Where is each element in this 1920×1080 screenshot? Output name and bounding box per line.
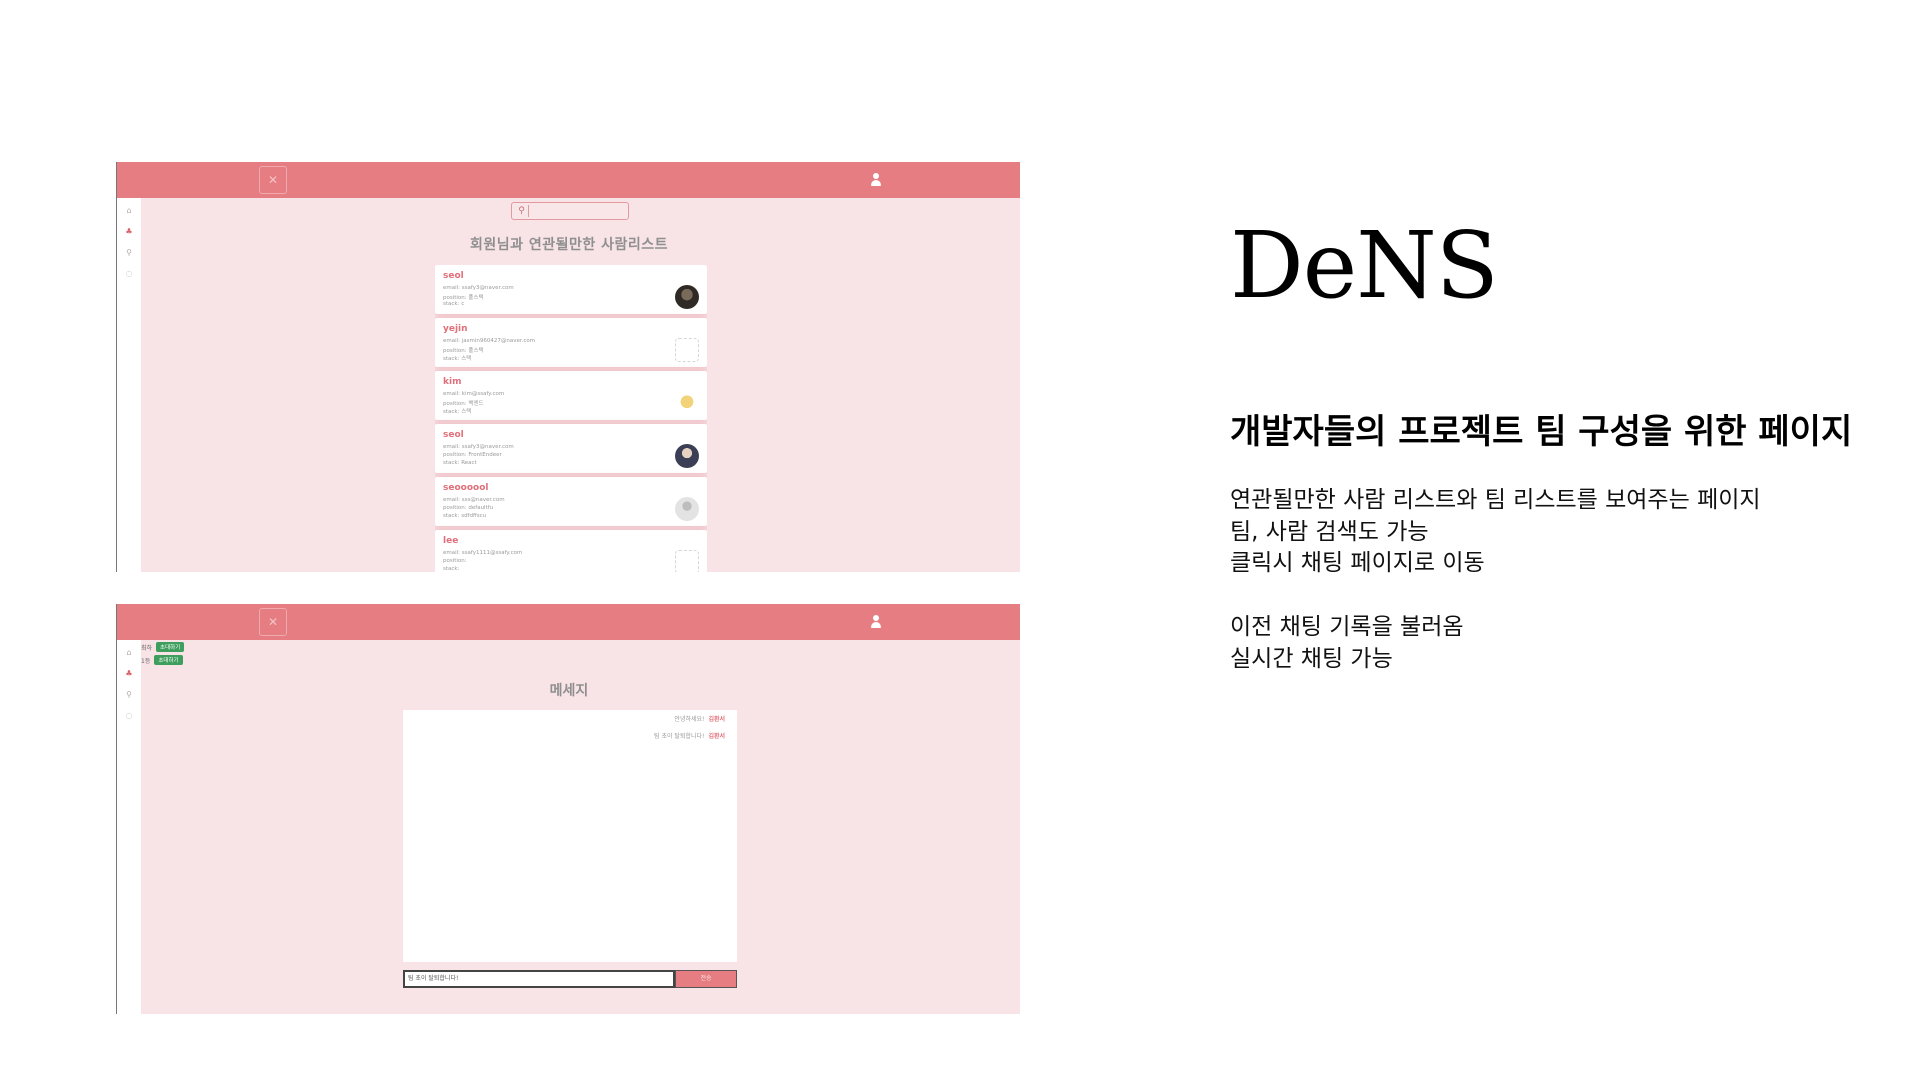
people-icon[interactable]: ♣ [124,669,134,679]
person-email: email: ssafy3@naver.com [443,444,514,450]
person-card[interactable]: lee email: ssafy1111@ssafy.com position: st… [435,530,707,572]
avatar [675,497,699,521]
sidebar: ⌂ ♣ ⚲ ◌ [117,198,141,572]
person-email: email: jasmin960427@naver.com [443,338,536,344]
home-icon[interactable]: ⌂ [124,206,134,216]
top-navbar: ✕ [117,604,1020,640]
person-email: email: ssafy3@naver.com [443,285,514,291]
person-stack: stack: React [443,460,477,466]
person-stack: stack: [443,566,460,572]
chat-message: 안녕하세요! 김환서 [674,714,725,723]
user-profile-icon[interactable] [870,615,882,629]
person-card[interactable]: seol email: ssafy3@naver.com position: 풀스택… [435,265,707,314]
avatar [675,550,699,572]
home-icon[interactable]: ⌂ [124,648,134,658]
chat-log: 안녕하세요! 김환서 팀 초이 탈퇴합니다! 김환서 [403,710,737,962]
person-name: seol [443,271,464,281]
user-profile-icon[interactable] [870,173,882,187]
description-line: 이전 채팅 기록을 불러옴 [1230,614,1464,640]
chat-screenshot: ✕ ⌂ ♣ ⚲ ◌ 최하 초대하기 1등 초대하기 메세지 안녕하세요! 김환서 … [116,604,1020,1014]
person-name: kim [443,377,462,387]
person-card[interactable]: yejin email: jasmin960427@naver.com positi… [435,318,707,367]
person-stack: stack: c [443,301,465,307]
invite-button[interactable]: 초대하기 [154,655,183,665]
person-position: position: 풀스택 [443,348,484,354]
person-email: email: sss@naver.com [443,497,505,503]
person-position: position: defaultfu [443,505,494,511]
page-title: 메세지 [549,683,589,699]
send-button[interactable]: 전송 [675,970,737,988]
person-position: position: 백엔드 [443,401,484,407]
person-email: email: ssafy1111@ssafy.com [443,550,523,556]
description-line: 연관될만한 사람 리스트와 팀 리스트를 보여주는 페이지 [1230,487,1761,513]
person-position: position: 풀스택 [443,295,484,301]
logo-icon[interactable]: ✕ [259,608,287,636]
person-name: seoooool [443,483,489,493]
brand-title: DeNS [1230,212,1499,319]
person-stack: stack: sdfdffscu [443,513,487,519]
person-name: yejin [443,324,468,334]
invite-name: 1등 [141,657,151,665]
person-card[interactable]: seoooool email: sss@naver.com position: de… [435,477,707,526]
people-list-screenshot: ✕ ⌂ ♣ ⚲ ◌ ⚲ 회원님과 연관될만한 사람리스트 seol email: … [116,162,1020,572]
person-position: position: [443,558,467,564]
person-card[interactable]: kim email: kim@ssafy.com position: 백엔드 stac… [435,371,707,420]
avatar [675,285,699,309]
person-email: email: kim@ssafy.com [443,391,505,397]
person-name: lee [443,536,459,546]
description-line: 클릭시 채팅 페이지로 이동 [1230,550,1485,576]
chat-message: 팀 초이 탈퇴합니다! 김환서 [654,731,725,740]
chat-icon[interactable]: ◌ [124,711,134,721]
person-card[interactable]: seol email: ssafy3@naver.com position: Fro… [435,424,707,473]
avatar [675,391,699,415]
message-text: 팀 초이 탈퇴합니다! [654,733,705,740]
message-input[interactable]: 팀 초이 탈퇴합니다! [403,970,675,988]
slide: ✕ ⌂ ♣ ⚲ ◌ ⚲ 회원님과 연관될만한 사람리스트 seol email: … [0,0,1920,1080]
subtitle: 개발자들의 프로젝트 팀 구성을 위한 페이지 [1230,412,1853,452]
search-icon[interactable]: ⚲ [515,205,529,217]
person-stack: stack: 스택 [443,409,472,415]
search-input[interactable]: ⚲ [511,202,629,220]
avatar [675,444,699,468]
invite-button[interactable]: 초대하기 [156,642,185,652]
people-list: seol email: ssafy3@naver.com position: 풀스택… [435,265,707,572]
logo-icon[interactable]: ✕ [259,166,287,194]
chat-icon[interactable]: ◌ [124,269,134,279]
person-position: position: FrontEndeer [443,452,502,458]
person-stack: stack: 스택 [443,356,472,362]
description-line: 실시간 채팅 가능 [1230,646,1393,672]
description-line: 팀, 사람 검색도 가능 [1230,519,1429,545]
message-sender: 김환서 [708,716,725,723]
message-text: 안녕하세요! [674,716,705,723]
invite-row: 최하 초대하기 [141,642,185,652]
person-name: seol [443,430,464,440]
avatar [675,338,699,362]
invite-row: 1등 초대하기 [141,655,183,665]
invite-name: 최하 [141,644,153,652]
page-title: 회원님과 연관될만한 사람리스트 [469,237,669,253]
message-sender: 김환서 [708,733,725,740]
top-navbar: ✕ [117,162,1020,198]
